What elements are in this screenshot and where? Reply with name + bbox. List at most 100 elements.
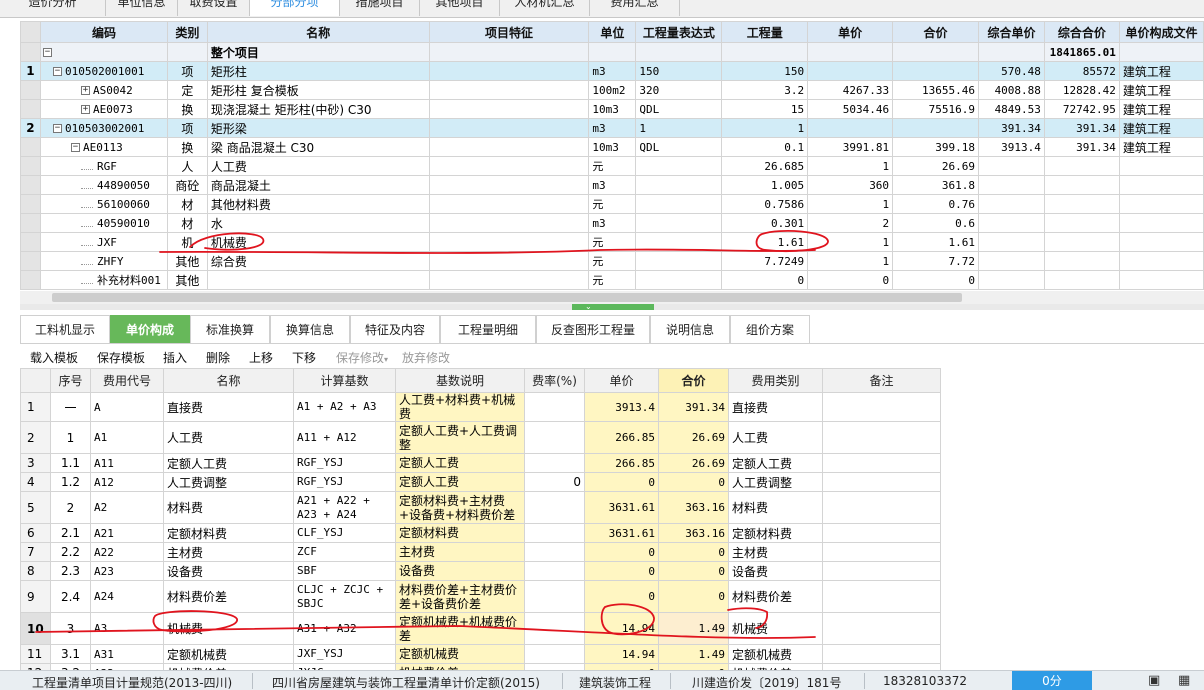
cell-qty[interactable]: 1.61 [721,232,809,252]
cell-unit[interactable]: m3 [588,61,637,81]
fee-cell-name[interactable]: 材料费 [163,491,294,524]
cell-unit[interactable]: 100m2 [588,80,637,100]
fee-row-number[interactable]: 10 [20,612,51,645]
fee-cell-note[interactable] [822,561,941,581]
cell-name[interactable]: 其他材料费 [206,194,430,214]
fee-cell-name[interactable]: 设备费 [163,561,294,581]
cell-cat[interactable]: 其他 [166,270,208,290]
cell-cprice[interactable] [977,213,1045,233]
col-name[interactable]: 名称 [206,21,430,43]
top-tab-unit-info[interactable]: 单位信息 [106,0,178,16]
cell-feat[interactable] [428,175,590,195]
fee-cell-desc[interactable]: 主材费 [395,542,525,562]
fee-cell-desc[interactable]: 定额材料费 [395,523,525,543]
fee-cell-total[interactable]: 1.49 [658,644,729,664]
fee-cell-total[interactable]: 363.16 [658,491,729,524]
cell-cat[interactable]: 项 [166,118,208,138]
fee-cell-code[interactable]: A11 [90,453,164,473]
cell-total[interactable] [892,42,979,62]
cell-cprice[interactable]: 391.34 [977,118,1045,138]
tab-graphic-quantity[interactable]: 反查图形工程量 [536,315,650,344]
pane-splitter[interactable] [20,304,1204,310]
fee-cell-desc[interactable]: 定额机械费+机械费价差 [395,612,525,645]
score-badge[interactable]: 0分 [1012,671,1092,690]
fee-cell-seq[interactable]: 2.1 [50,523,91,543]
fee-cell-price[interactable]: 14.94 [584,612,659,645]
move-up-button[interactable]: 上移 [249,349,273,366]
cell-code[interactable]: 40590010 [39,213,168,233]
fee-cell-price[interactable]: 3631.61 [584,523,659,543]
fee-cell-seq[interactable]: 2.4 [50,580,91,613]
cell-feat[interactable] [428,194,590,214]
cell-file[interactable] [1118,232,1204,252]
window-icon[interactable]: ▣ [1148,673,1160,688]
cell-expr[interactable]: 320 [635,80,723,100]
cell-ctotal[interactable] [1043,194,1120,214]
cell-total[interactable]: 0.6 [892,213,979,233]
cell-cprice[interactable]: 570.48 [977,61,1045,81]
fee-row-number[interactable]: 2 [20,421,51,454]
cell-qty[interactable]: 1 [721,118,809,138]
fee-cell-code[interactable]: A2 [90,491,164,524]
cell-price[interactable]: 1 [807,251,894,271]
cell-cprice[interactable] [977,232,1045,252]
cell-feat[interactable] [428,156,590,176]
fee-cell-note[interactable] [822,542,941,562]
fee-cell-desc[interactable]: 定额材料费+主材费+设备费+材料费价差 [395,491,525,524]
fee-cell-total[interactable]: 0 [658,472,729,492]
cell-feat[interactable] [428,42,590,62]
fee-cell-name[interactable]: 人工费 [163,421,294,454]
grid-row[interactable]: + AE0073 换现浇混凝土 矩形柱(中砂) C30 10m3 QDL 15 5034.4… [20,99,1204,119]
cell-price[interactable]: 0 [807,270,894,290]
cell-price[interactable]: 1 [807,156,894,176]
cell-expr[interactable]: 1 [635,118,723,138]
fee-row[interactable]: 4 1.2 A12 人工费调整 RGF_YSJ 定额人工费 0 0 0 人工费调整 [20,472,941,492]
cell-price[interactable]: 360 [807,175,894,195]
collapse-icon[interactable]: − [52,67,62,76]
fee-cell-base[interactable]: RGF_YSJ [293,472,396,492]
cell-total[interactable]: 7.72 [892,251,979,271]
cell-cat[interactable]: 人 [166,156,208,176]
col-total-price[interactable]: 合价 [892,21,979,43]
grid-icon[interactable]: ▦ [1178,673,1190,688]
row-number[interactable] [20,213,41,233]
fee-row-number[interactable]: 11 [20,644,51,664]
cell-price[interactable]: 4267.33 [807,80,894,100]
cell-file[interactable] [1118,270,1204,290]
fee-cell-cat[interactable]: 直接费 [728,392,823,422]
cell-code[interactable]: ZHFY [39,251,168,271]
fee-cell-rate[interactable] [524,580,585,613]
top-tab-cost-analysis[interactable]: 造价分析 [0,0,106,16]
fee-cell-base[interactable]: RGF_YSJ [293,453,396,473]
fee-cell-desc[interactable]: 定额机械费 [395,644,525,664]
fee-row[interactable]: 2 1 A1 人工费 A11 + A12 定额人工费+人工费调整 266.85 26.69 人工… [20,421,941,454]
fee-cell-name[interactable]: 定额人工费 [163,453,294,473]
fee-cell-total[interactable]: 0 [658,580,729,613]
cell-feat[interactable] [428,137,590,157]
move-down-button[interactable]: 下移 [292,349,316,366]
expand-icon[interactable]: + [80,86,90,95]
cell-cat[interactable]: 材 [166,194,208,214]
fee-cell-rate[interactable]: 0 [524,472,585,492]
cell-code[interactable]: RGF [39,156,168,176]
cell-expr[interactable] [635,42,723,62]
fee-cell-rate[interactable] [524,523,585,543]
fee-cell-rate[interactable] [524,612,585,645]
fee-cell-code[interactable]: A31 [90,644,164,664]
fee-cell-seq[interactable]: 2.3 [50,561,91,581]
fee-cell-base[interactable]: A11 + A12 [293,421,396,454]
fee-cell-total[interactable]: 0 [658,561,729,581]
cell-unit[interactable]: 元 [588,232,637,252]
fee-row[interactable]: 11 3.1 A31 定额机械费 JXF_YSJ 定额机械费 14.94 1.49 定额机械费 [20,644,941,664]
fee-cell-note[interactable] [822,491,941,524]
fee-row[interactable]: 7 2.2 A22 主材费 ZCF 主材费 0 0 主材费 [20,542,941,562]
row-number[interactable] [20,232,41,252]
fee-cell-code[interactable]: A23 [90,561,164,581]
cell-total[interactable]: 0 [892,270,979,290]
row-number[interactable] [20,251,41,271]
cell-cprice[interactable] [977,270,1045,290]
cell-expr[interactable]: QDL [635,99,723,119]
fee-row-number[interactable]: 4 [20,472,51,492]
fee-cell-desc[interactable]: 定额人工费 [395,472,525,492]
cell-total[interactable]: 361.8 [892,175,979,195]
